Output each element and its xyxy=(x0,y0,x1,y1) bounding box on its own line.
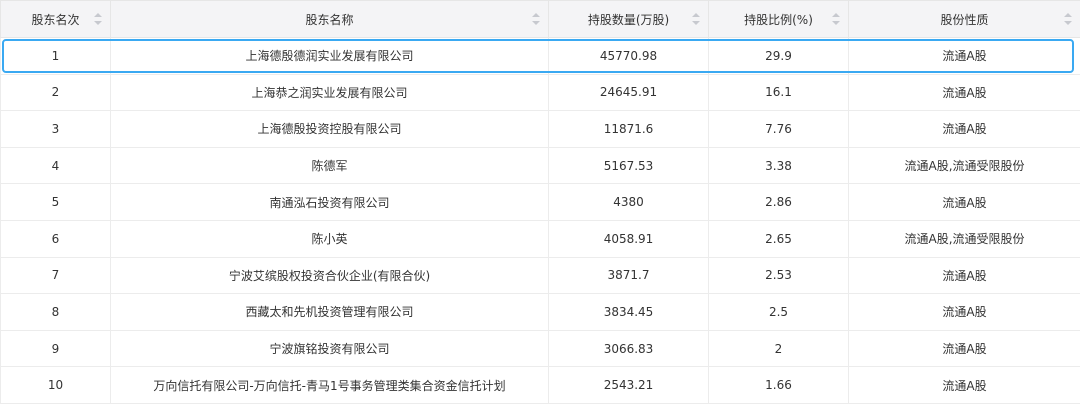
shareholders-grid: 股东名次 股东名称 持股数量(万股) 持股比例(%) 股份性质 1 上海德殷德润… xyxy=(0,0,1080,408)
table-row[interactable]: 5 南通泓石投资有限公司 4380 2.86 流通A股 xyxy=(0,183,1080,221)
rank-cell: 1 xyxy=(0,37,111,75)
ratio-cell: 7.76 xyxy=(708,110,849,148)
type-cell: 流通A股 xyxy=(848,256,1080,295)
name-cell: 万向信托有限公司-万向信托-青马1号事务管理类集合资金信托计划 xyxy=(110,366,549,404)
column-header-type[interactable]: 股份性质 xyxy=(848,0,1080,38)
table-row[interactable]: 2 上海恭之润实业发展有限公司 24645.91 16.1 流通A股 xyxy=(0,73,1080,112)
sort-icon[interactable] xyxy=(832,13,840,25)
header-row: 股东名次 股东名称 持股数量(万股) 持股比例(%) 股份性质 xyxy=(0,0,1080,38)
column-header-label: 股东名称 xyxy=(305,12,354,27)
name-cell: 西藏太和先机投资管理有限公司 xyxy=(110,293,549,331)
type-cell: 流通A股 xyxy=(848,366,1080,404)
column-header-label: 股东名次 xyxy=(31,12,80,27)
name-cell: 陈小英 xyxy=(110,219,549,258)
table-row[interactable]: 7 宁波艾缤股权投资合伙企业(有限合伙) 3871.7 2.53 流通A股 xyxy=(0,256,1080,295)
rank-cell: 8 xyxy=(0,293,111,331)
sort-icon[interactable] xyxy=(692,13,700,25)
shares-cell: 11871.6 xyxy=(548,110,709,148)
column-header-rank[interactable]: 股东名次 xyxy=(0,0,111,38)
shares-cell: 45770.98 xyxy=(548,37,709,75)
type-cell: 流通A股 xyxy=(848,183,1080,221)
sort-icon[interactable] xyxy=(1064,13,1072,25)
shares-cell: 3066.83 xyxy=(548,329,709,368)
ratio-cell: 1.66 xyxy=(708,366,849,404)
shares-cell: 3834.45 xyxy=(548,293,709,331)
shares-cell: 24645.91 xyxy=(548,73,709,112)
type-cell: 流通A股,流通受限股份 xyxy=(848,146,1080,185)
rank-cell: 6 xyxy=(0,219,111,258)
shares-cell: 5167.53 xyxy=(548,146,709,185)
type-cell: 流通A股 xyxy=(848,110,1080,148)
ratio-cell: 2.53 xyxy=(708,256,849,295)
column-header-name[interactable]: 股东名称 xyxy=(110,0,549,38)
table-row[interactable]: 6 陈小英 4058.91 2.65 流通A股,流通受限股份 xyxy=(0,219,1080,258)
column-header-label: 持股比例(%) xyxy=(744,12,813,27)
rank-cell: 10 xyxy=(0,366,111,404)
ratio-cell: 2 xyxy=(708,329,849,368)
rank-cell: 5 xyxy=(0,183,111,221)
shares-cell: 3871.7 xyxy=(548,256,709,295)
type-cell: 流通A股 xyxy=(848,329,1080,368)
name-cell: 宁波旗铭投资有限公司 xyxy=(110,329,549,368)
shares-cell: 2543.21 xyxy=(548,366,709,404)
type-cell: 流通A股,流通受限股份 xyxy=(848,219,1080,258)
name-cell: 南通泓石投资有限公司 xyxy=(110,183,549,221)
ratio-cell: 2.65 xyxy=(708,219,849,258)
table-row[interactable]: 10 万向信托有限公司-万向信托-青马1号事务管理类集合资金信托计划 2543.… xyxy=(0,366,1080,404)
column-header-label: 股份性质 xyxy=(940,12,989,27)
name-cell: 上海恭之润实业发展有限公司 xyxy=(110,73,549,112)
table-row[interactable]: 8 西藏太和先机投资管理有限公司 3834.45 2.5 流通A股 xyxy=(0,293,1080,331)
rank-cell: 4 xyxy=(0,146,111,185)
shares-cell: 4380 xyxy=(548,183,709,221)
table-body: 1 上海德殷德润实业发展有限公司 45770.98 29.9 流通A股 2 上海… xyxy=(0,37,1080,404)
type-cell: 流通A股 xyxy=(848,293,1080,331)
table-row[interactable]: 3 上海德殷投资控股有限公司 11871.6 7.76 流通A股 xyxy=(0,110,1080,148)
shareholders-table: 股东名次 股东名称 持股数量(万股) 持股比例(%) 股份性质 1 上海德殷德润… xyxy=(0,0,1080,404)
sort-icon[interactable] xyxy=(532,13,540,25)
ratio-cell: 2.86 xyxy=(708,183,849,221)
rank-cell: 3 xyxy=(0,110,111,148)
column-header-ratio[interactable]: 持股比例(%) xyxy=(708,0,849,38)
column-header-label: 持股数量(万股) xyxy=(587,12,670,27)
name-cell: 上海德殷德润实业发展有限公司 xyxy=(110,37,549,75)
table-row[interactable]: 4 陈德军 5167.53 3.38 流通A股,流通受限股份 xyxy=(0,146,1080,185)
rank-cell: 7 xyxy=(0,256,111,295)
ratio-cell: 2.5 xyxy=(708,293,849,331)
type-cell: 流通A股 xyxy=(848,37,1080,75)
table-header: 股东名次 股东名称 持股数量(万股) 持股比例(%) 股份性质 xyxy=(0,0,1080,38)
rank-cell: 9 xyxy=(0,329,111,368)
type-cell: 流通A股 xyxy=(848,73,1080,112)
table-row[interactable]: 1 上海德殷德润实业发展有限公司 45770.98 29.9 流通A股 xyxy=(0,37,1080,75)
name-cell: 陈德军 xyxy=(110,146,549,185)
column-header-shares[interactable]: 持股数量(万股) xyxy=(548,0,709,38)
ratio-cell: 16.1 xyxy=(708,73,849,112)
ratio-cell: 3.38 xyxy=(708,146,849,185)
table-row[interactable]: 9 宁波旗铭投资有限公司 3066.83 2 流通A股 xyxy=(0,329,1080,368)
name-cell: 宁波艾缤股权投资合伙企业(有限合伙) xyxy=(110,256,549,295)
rank-cell: 2 xyxy=(0,73,111,112)
shares-cell: 4058.91 xyxy=(548,219,709,258)
name-cell: 上海德殷投资控股有限公司 xyxy=(110,110,549,148)
ratio-cell: 29.9 xyxy=(708,37,849,75)
sort-icon[interactable] xyxy=(94,13,102,25)
